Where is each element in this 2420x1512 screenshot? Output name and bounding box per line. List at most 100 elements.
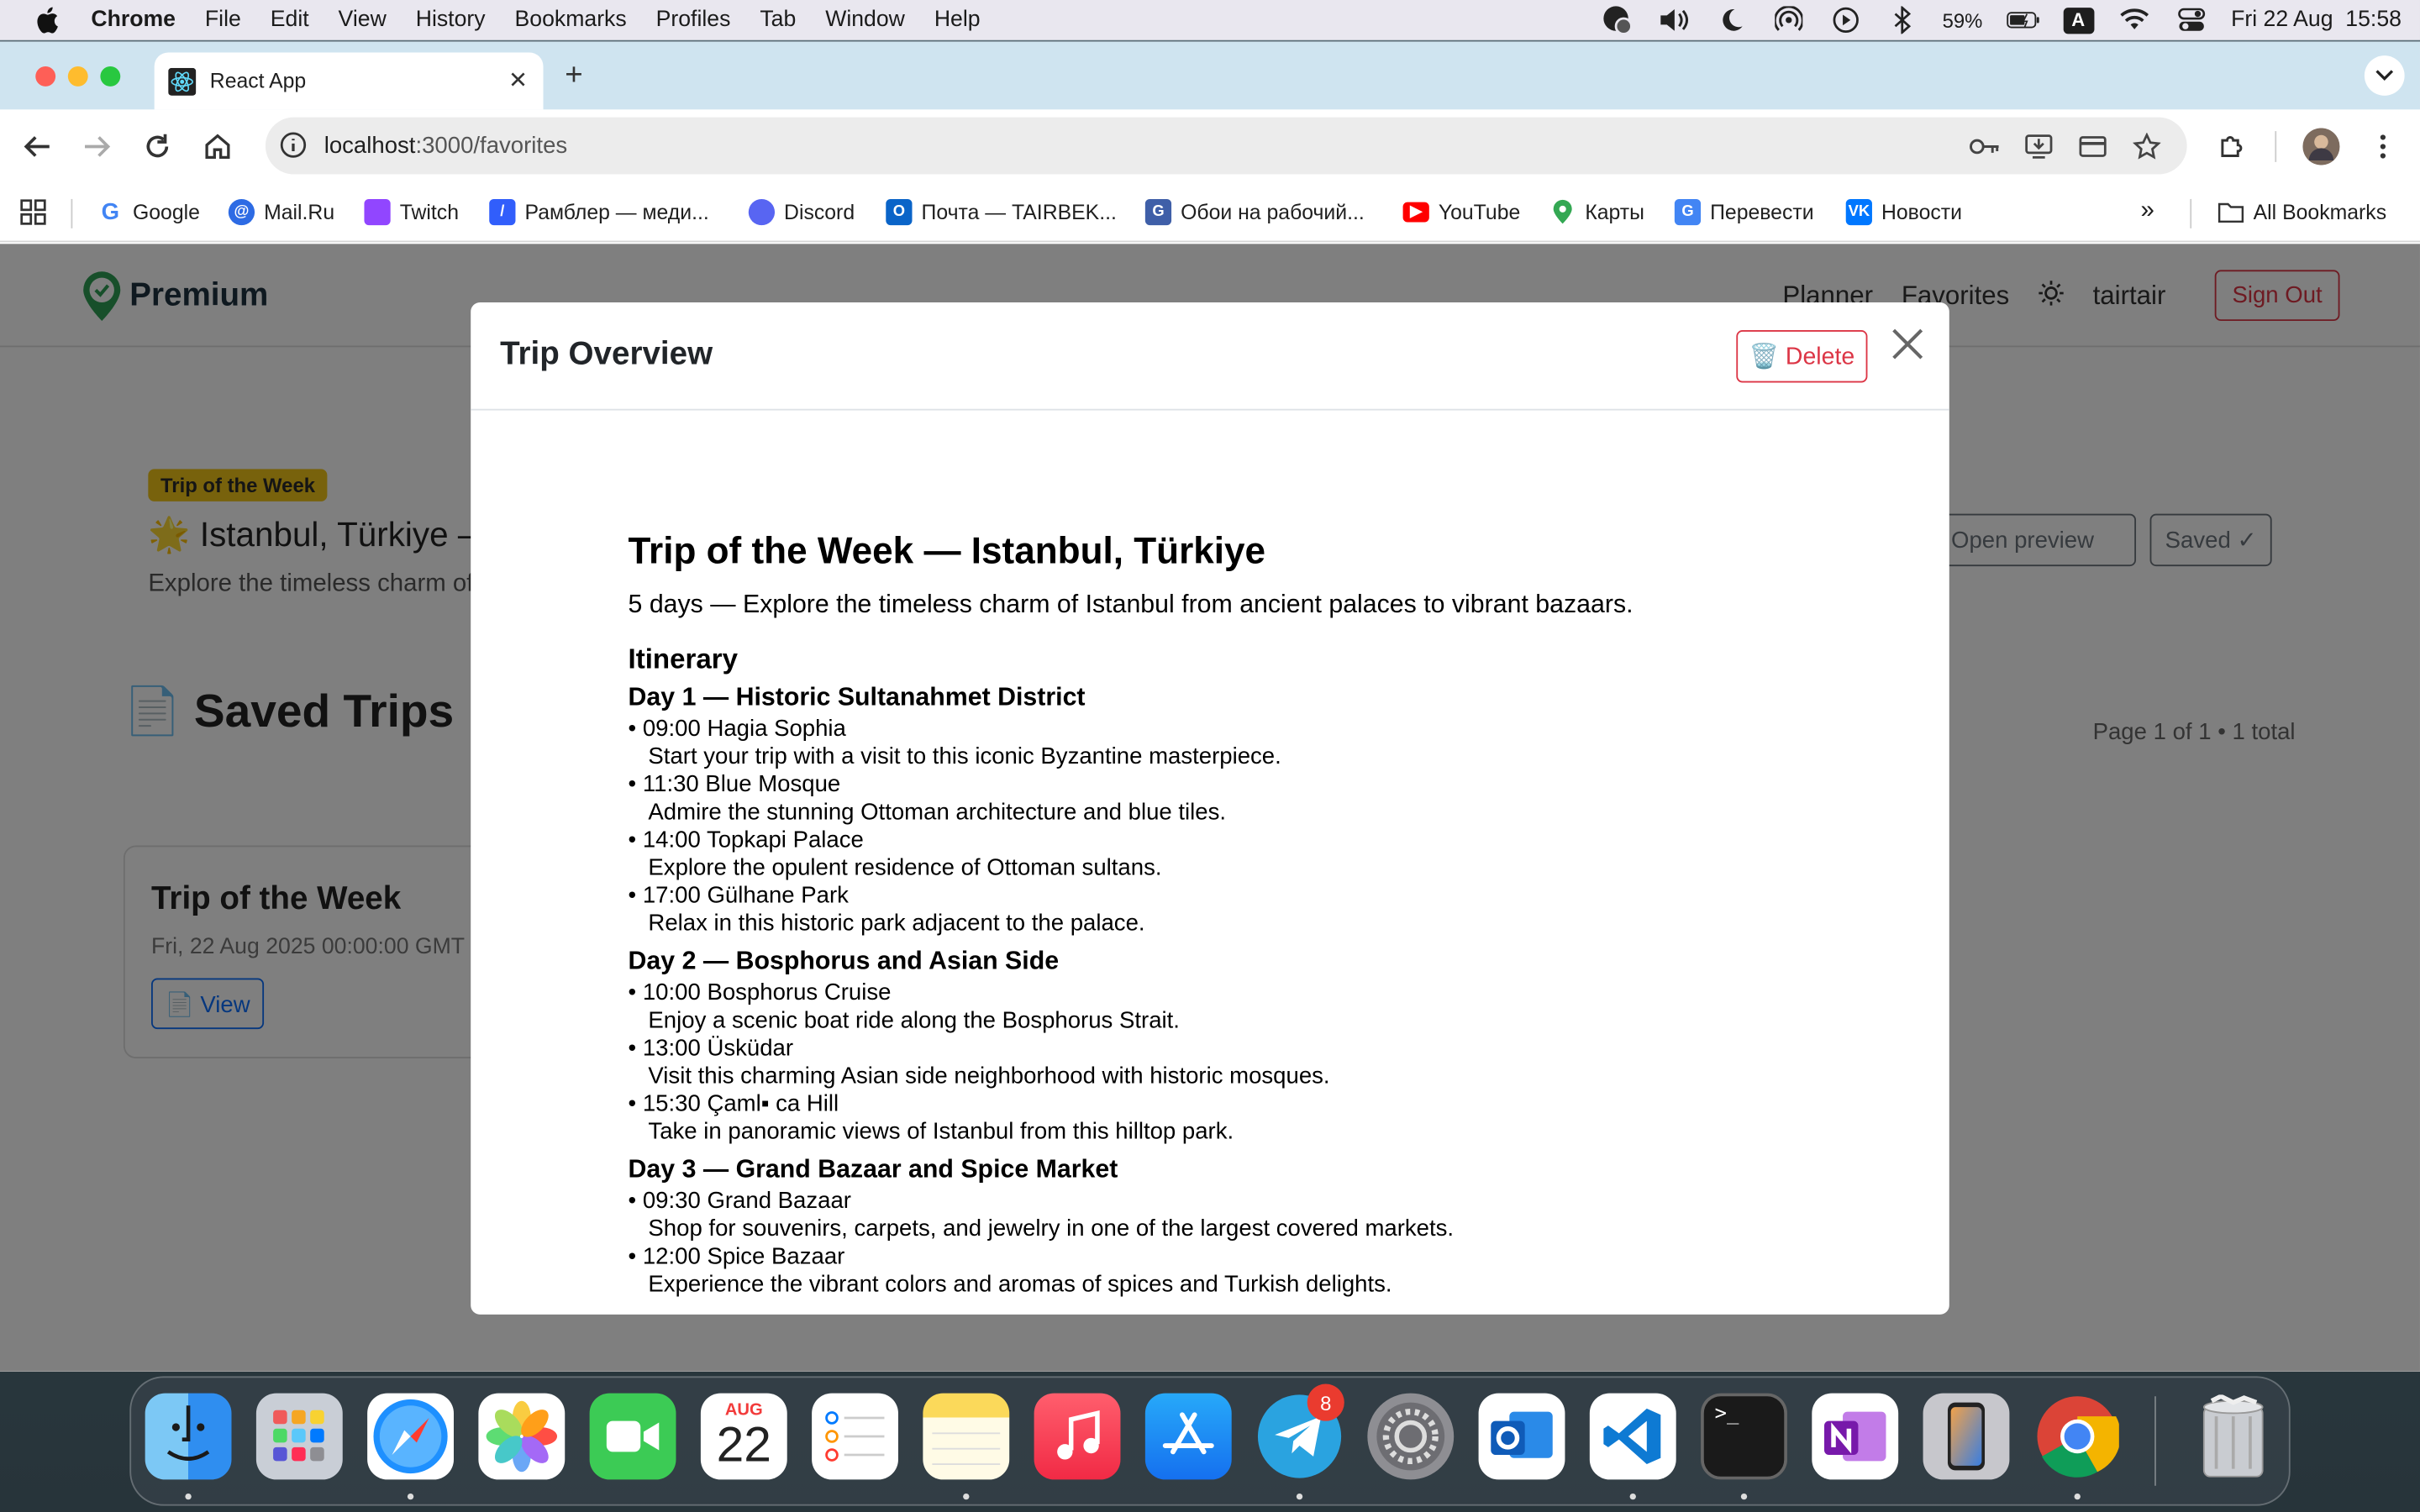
close-modal-icon[interactable] [1889,326,1926,363]
url-text[interactable]: localhost:3000/favorites [324,133,567,159]
reload-icon[interactable] [139,128,176,165]
airdrop-icon[interactable] [1771,6,1805,34]
chrome-icon[interactable] [2034,1394,2121,1480]
bookmark-wallpapers[interactable]: G Обои на рабочий... [1144,197,1365,225]
vscode-icon[interactable] [1589,1393,1676,1480]
menu-help[interactable]: Help [934,8,981,32]
window-controls [35,66,121,87]
input-source-indicator[interactable]: A [2062,7,2094,34]
day-title: Day 1 — Historic Sultanahmet District [628,683,1086,711]
clock[interactable]: Fri 22 Aug 15:58 [2231,8,2402,32]
more-bookmarks-chevron-icon[interactable]: » [2141,197,2154,225]
back-arrow-icon[interactable] [18,128,55,165]
now-playing-icon[interactable] [1828,6,1862,34]
apple-icon[interactable] [34,6,58,34]
finder-icon[interactable] [145,1393,232,1480]
terminal-running-dot [1740,1493,1748,1500]
all-bookmarks[interactable]: All Bookmarks [2217,197,2386,225]
battery-icon[interactable] [2006,6,2039,34]
launchpad-icon[interactable] [255,1393,343,1480]
folder-icon [2217,198,2244,224]
menu-window[interactable]: Window [825,8,905,32]
site-info-icon[interactable] [278,129,309,160]
bookmark-star-icon[interactable] [2132,131,2163,162]
bookmarks-bar: G Google @ Mail.Ru Twitch / Рамблер — меди.… [0,183,2420,243]
facetime-icon[interactable] [589,1393,676,1480]
menu-edit[interactable]: Edit [271,8,309,32]
menu-chrome[interactable]: Chrome [91,8,176,32]
apps-grid-icon[interactable] [20,197,46,225]
bluetooth-icon[interactable] [1886,6,1919,34]
chrome-menu-icon[interactable] [2365,128,2402,165]
profile-avatar[interactable] [2302,128,2340,165]
outlook-icon[interactable] [1478,1393,1565,1480]
menu-tab[interactable]: Tab [760,8,796,32]
bookmark-label: Twitch [399,199,459,223]
bookmark-twitch[interactable]: Twitch [364,197,459,225]
menu-bookmarks[interactable]: Bookmarks [514,8,626,32]
menu-history[interactable]: History [416,8,486,32]
bookmark-vk-news[interactable]: VK Новости [1845,197,1962,225]
trash-icon[interactable] [2190,1394,2276,1480]
volume-icon[interactable] [1657,6,1691,34]
tab-react-app[interactable]: React App ✕ [154,52,544,110]
safari-icon[interactable] [367,1393,454,1480]
zoom-window-button[interactable] [100,66,121,87]
outlook-icon: O [886,198,913,225]
address-bar[interactable]: localhost:3000/favorites [265,117,2187,175]
activity-time-place: • 12:00 Spice Bazaar [628,1243,845,1270]
activity-time-place: • 17:00 Gülhane Park [628,882,849,909]
youtube-icon: ▶ [1402,201,1429,222]
onenote-icon[interactable] [1812,1393,1899,1480]
calendar-icon[interactable]: AUG 22 [700,1393,787,1480]
activity-item: • 17:00 Gülhane Park Relax in this histor… [629,883,1894,938]
activity-time-place: • 15:30 Çaml▪ ca Hill [628,1090,839,1117]
close-tab-icon[interactable]: ✕ [508,66,528,94]
forward-arrow-icon[interactable] [79,128,116,165]
bookmark-google[interactable]: G Google [97,197,200,225]
music-icon[interactable] [1034,1393,1121,1480]
menu-view[interactable]: View [339,8,387,32]
bookmark-outlook-mail[interactable]: O Почта — TAIRBEK... [886,197,1117,225]
activity-description: Take in panoramic views of Istanbul from… [648,1118,1234,1145]
bookmark-translate[interactable]: G Перевести [1674,197,1814,225]
bookmark-maps[interactable]: Карты [1549,197,1644,225]
terminal-icon[interactable]: >_ [1701,1393,1787,1480]
app-store-icon[interactable] [1144,1393,1232,1480]
bookmark-mailru[interactable]: @ Mail.Ru [228,197,334,225]
card-icon[interactable] [2077,131,2108,162]
system-settings-icon[interactable] [1367,1393,1455,1480]
delete-trip-button[interactable]: 🗑️ Delete [1736,330,1868,383]
notes-icon[interactable] [923,1393,1010,1480]
wallpaper-site-icon: G [1144,198,1172,225]
bookmark-youtube[interactable]: ▶ YouTube [1402,197,1520,225]
activity-description: Experience the vibrant colors and aromas… [648,1271,1392,1298]
react-logo-icon [168,66,197,95]
install-app-icon[interactable] [2023,131,2054,162]
bookmark-discord[interactable]: Discord [748,197,855,225]
password-key-icon[interactable] [1970,131,2001,162]
home-icon[interactable] [199,128,236,165]
minimize-window-button[interactable] [67,66,88,87]
rambler-icon: / [489,198,516,225]
new-tab-icon[interactable]: + [565,59,582,94]
bookmark-rambler[interactable]: / Рамблер — меди... [489,197,709,225]
reminders-icon[interactable] [812,1393,898,1480]
menu-file[interactable]: File [205,8,241,32]
wifi-icon[interactable] [2117,6,2150,34]
menu-profiles[interactable]: Profiles [656,8,731,32]
discord-icon [748,198,776,225]
activity-description: Shop for souvenirs, carpets, and jewelry… [648,1215,1455,1242]
tab-title: React App [209,69,307,93]
tab-search-chevron-icon[interactable] [2364,55,2405,96]
focus-moon-icon[interactable] [1714,6,1748,34]
control-center-icon[interactable] [2174,6,2207,34]
extensions-puzzle-icon[interactable] [2213,128,2250,165]
iphone-mirroring-icon[interactable] [1923,1393,2010,1480]
close-window-button[interactable] [35,66,56,87]
github-copilot-icon[interactable] [1600,6,1634,35]
bookmark-label: Discord [784,199,855,223]
document-heading: Trip of the Week — Istanbul, Türkiye [628,530,1266,573]
photos-icon[interactable] [478,1393,566,1480]
itinerary-day: Day 3 — Grand Bazaar and Spice Market • 0… [629,1156,1894,1299]
